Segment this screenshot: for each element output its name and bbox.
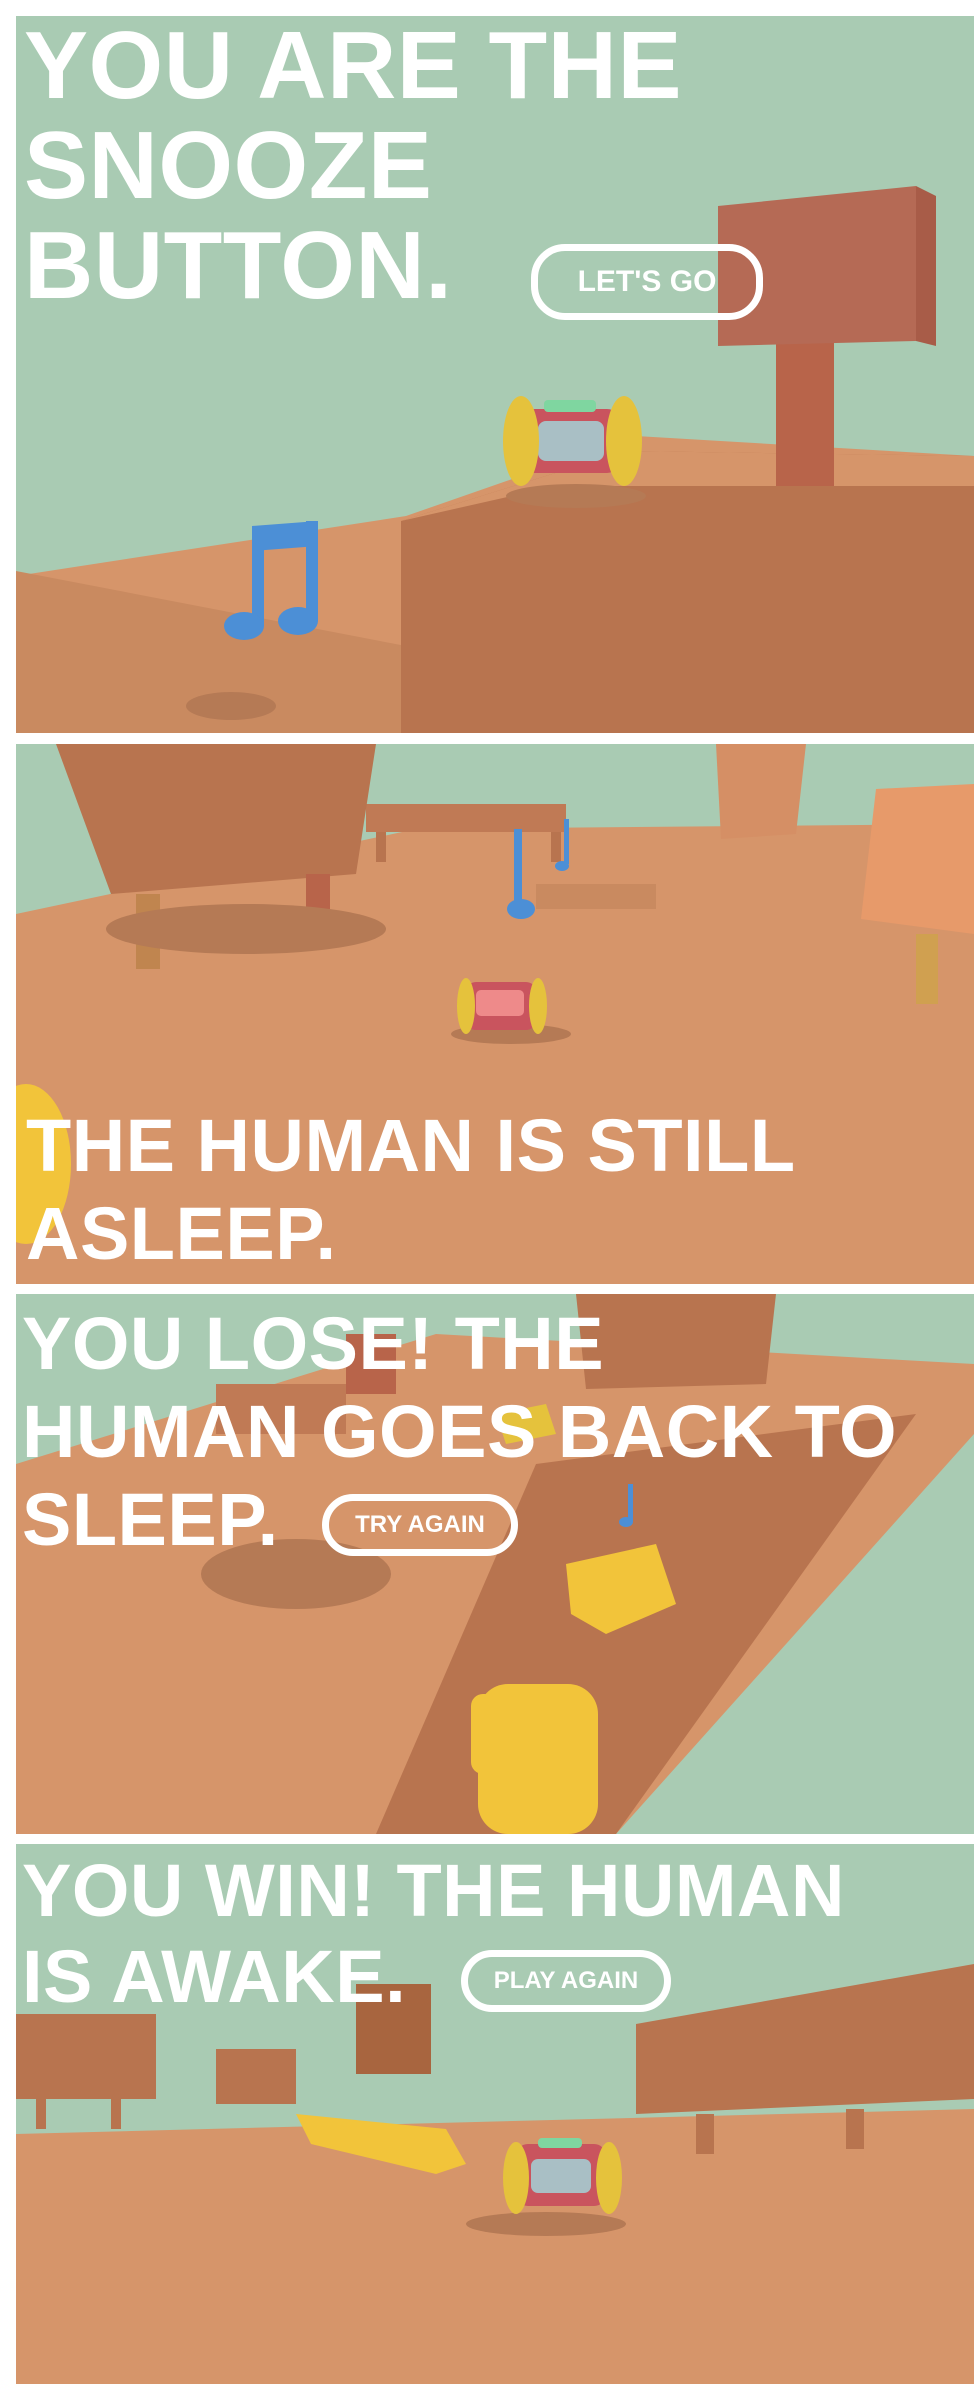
alarm-clock-icon (503, 396, 642, 486)
win-headline-line1: YOU WIN! THE HUMAN (22, 1849, 845, 1932)
playing-headline-line2: ASLEEP. (26, 1192, 337, 1275)
lose-headline-line1: YOU LOSE! THE (22, 1302, 605, 1385)
win-screen: YOU WIN! THE HUMAN IS AWAKE. PLAY AGAIN (16, 1844, 974, 2384)
lose-screen: YOU LOSE! THE HUMAN GOES BACK TO SLEEP. … (16, 1294, 974, 1834)
intro-headline-line2: SNOOZE (24, 112, 433, 219)
playing-headline: THE HUMAN IS STILL ASLEEP. (26, 1102, 796, 1278)
playing-screen: THE HUMAN IS STILL ASLEEP. (16, 744, 974, 1284)
try-again-button[interactable]: TRY AGAIN (322, 1494, 518, 1556)
play-again-button[interactable]: PLAY AGAIN (461, 1950, 671, 2012)
intro-headline-line1: YOU ARE THE (24, 16, 682, 119)
playing-headline-line1: THE HUMAN IS STILL (26, 1104, 796, 1187)
intro-screen: YOU ARE THE SNOOZE BUTTON. LET'S GO (16, 16, 974, 733)
win-headline-line2: IS AWAKE. (22, 1935, 407, 2018)
lets-go-button[interactable]: LET'S GO (531, 244, 763, 320)
lose-headline-line2: HUMAN GOES BACK TO (22, 1390, 898, 1473)
win-headline: YOU WIN! THE HUMAN IS AWAKE. (22, 1848, 845, 2020)
